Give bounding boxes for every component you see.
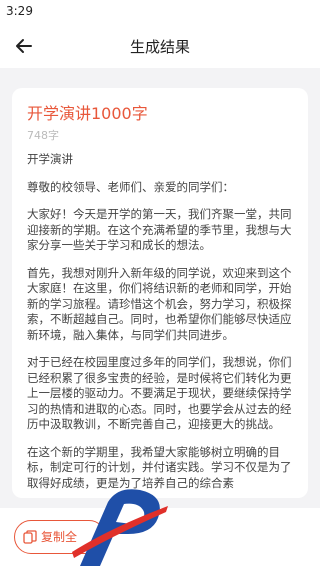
word-count: 748字 [27,129,59,142]
paragraph: 首先，我想对刚升入新年级的同学说，欢迎来到这个大家庭！在这里，你们将结识新的老师… [27,265,292,342]
copy-icon [23,530,37,544]
document-title: 开学演讲1000字 [27,104,148,123]
header: 生成结果 [0,24,320,68]
status-time: 3:29 [6,4,33,18]
document-body[interactable]: 开学演讲 尊敬的校领导、老师们、亲爱的同学们： 大家好！今天是开学的第一天，我们… [27,152,297,498]
watermark-logo [72,489,168,566]
paragraph: 对于已经在校园里度过多年的同学们，我想说，你们已经积累了很多宝贵的经验，是时候将… [27,355,292,431]
page-title: 生成结果 [129,38,190,56]
status-bar: 3:29 [0,0,320,24]
paragraph: 大家好！今天是开学的第一天，我们齐聚一堂，共同迎接新的学期。在这个充满希望的季节… [27,207,292,252]
paragraph: 开学演讲 [27,152,73,166]
paragraph: 尊敬的校领导、老师们、亲爱的同学们： [27,179,234,194]
result-card: 开学演讲1000字 748字 开学演讲 尊敬的校领导、老师们、亲爱的同学们： 大… [12,88,308,498]
